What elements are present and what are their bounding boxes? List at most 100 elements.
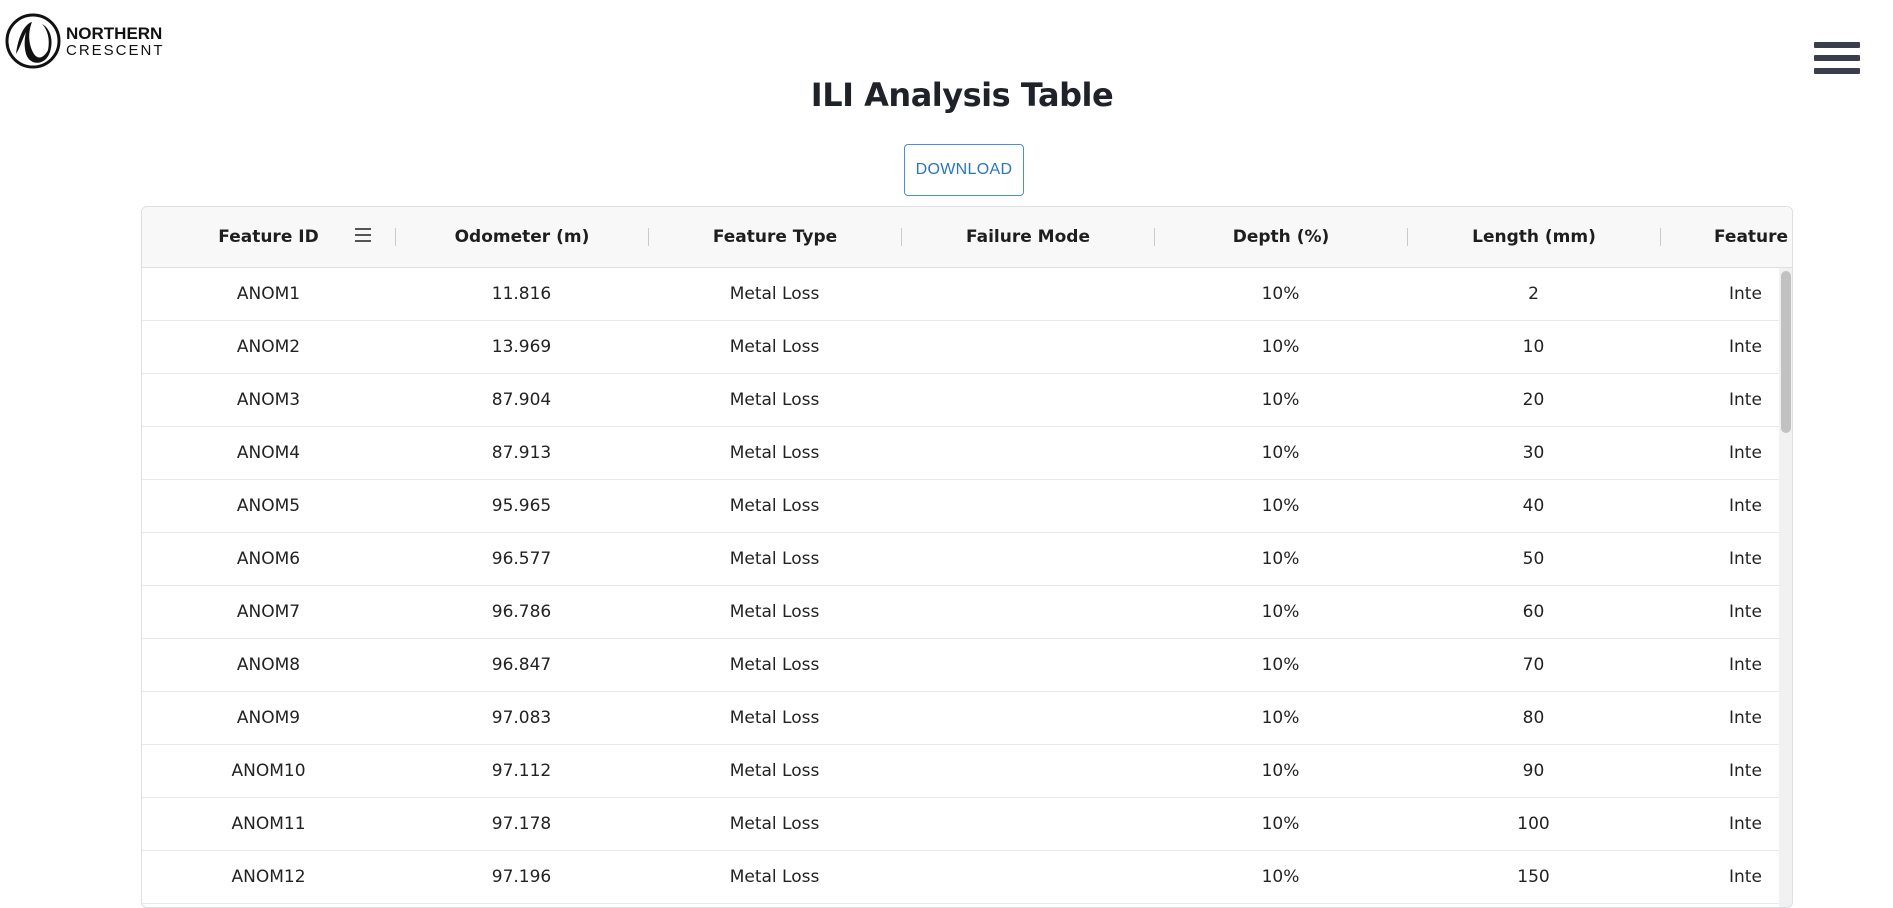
cell-failure-mode xyxy=(901,374,1154,426)
column-menu-icon[interactable] xyxy=(355,228,371,244)
column-header-length[interactable]: Length (mm) xyxy=(1408,207,1660,267)
cell-feature-type: Metal Loss xyxy=(729,337,820,357)
cell-depth: 10% xyxy=(1261,496,1300,516)
table-row[interactable]: ANOM5 95.965 Metal Loss 10% 40 Inte xyxy=(142,480,1792,533)
cell-feature-type: Metal Loss xyxy=(729,496,820,516)
cell-odometer: 96.786 xyxy=(491,602,552,622)
table-row[interactable]: ANOM10 97.112 Metal Loss 10% 90 Inte xyxy=(142,745,1792,798)
cell-feature-id: ANOM12 xyxy=(231,867,306,887)
cell-feature-id: ANOM10 xyxy=(231,761,306,781)
cell-feature-id: ANOM8 xyxy=(236,655,301,675)
cell-length: 40 xyxy=(1522,496,1545,516)
cell-depth: 10% xyxy=(1261,443,1300,463)
cell-failure-mode xyxy=(901,533,1154,585)
cell-length: 60 xyxy=(1522,602,1545,622)
cell-feature-type: Metal Loss xyxy=(729,284,820,304)
table-row[interactable]: ANOM12 97.196 Metal Loss 10% 150 Inte xyxy=(142,851,1792,904)
table-row[interactable]: ANOM2 13.969 Metal Loss 10% 10 Inte xyxy=(142,321,1792,374)
cell-odometer: 87.904 xyxy=(491,390,552,410)
cell-length: 30 xyxy=(1522,443,1545,463)
cell-length: 80 xyxy=(1522,708,1545,728)
column-header-feature-ra[interactable]: Feature Ra xyxy=(1714,207,1792,267)
table-row[interactable]: ANOM7 96.786 Metal Loss 10% 60 Inte xyxy=(142,586,1792,639)
table-row[interactable]: ANOM1 11.816 Metal Loss 10% 2 Inte xyxy=(142,268,1792,321)
cell-odometer: 97.112 xyxy=(491,761,552,781)
cell-feature-id: ANOM2 xyxy=(236,337,301,357)
cell-failure-mode xyxy=(901,798,1154,850)
cell-odometer: 95.965 xyxy=(491,496,552,516)
cell-feature-type: Metal Loss xyxy=(729,761,820,781)
cell-feature-type: Metal Loss xyxy=(729,814,820,834)
cell-feature-type: Metal Loss xyxy=(729,655,820,675)
cell-odometer: 97.083 xyxy=(491,708,552,728)
cell-depth: 10% xyxy=(1261,337,1300,357)
page-title: ILI Analysis Table xyxy=(810,76,1114,114)
column-header-feature-type[interactable]: Feature Type xyxy=(649,207,901,267)
cell-length: 70 xyxy=(1522,655,1545,675)
cell-failure-mode xyxy=(901,480,1154,532)
cell-odometer: 97.196 xyxy=(491,867,552,887)
cell-depth: 10% xyxy=(1261,867,1300,887)
cell-feature-id: ANOM4 xyxy=(236,443,301,463)
cell-feature-id: ANOM3 xyxy=(236,390,301,410)
table-row[interactable]: ANOM11 97.178 Metal Loss 10% 100 Inte xyxy=(142,798,1792,851)
cell-feature-type: Metal Loss xyxy=(729,867,820,887)
cell-feature-id: ANOM5 xyxy=(236,496,301,516)
column-header-failure-mode[interactable]: Failure Mode xyxy=(902,207,1154,267)
cell-failure-mode xyxy=(901,321,1154,373)
cell-depth: 10% xyxy=(1261,655,1300,675)
brand-name-line1: NORTHERN xyxy=(66,23,163,43)
cell-feature-id: ANOM1 xyxy=(236,284,301,304)
brand-name-line2: CRESCENT xyxy=(66,41,165,59)
cell-depth: 10% xyxy=(1261,284,1300,304)
table-row[interactable]: ANOM6 96.577 Metal Loss 10% 50 Inte xyxy=(142,533,1792,586)
column-resize-handle[interactable] xyxy=(1660,228,1661,246)
cell-odometer: 97.178 xyxy=(491,814,552,834)
cell-failure-mode xyxy=(901,427,1154,479)
table-header: Feature ID Odometer (m) Feature Type Fai… xyxy=(142,207,1792,268)
cell-depth: 10% xyxy=(1261,708,1300,728)
cell-length: 20 xyxy=(1522,390,1545,410)
cell-length: 2 xyxy=(1528,284,1539,304)
cell-feature-id: ANOM7 xyxy=(236,602,301,622)
table-row[interactable]: ANOM9 97.083 Metal Loss 10% 80 Inte xyxy=(142,692,1792,745)
cell-length: 90 xyxy=(1522,761,1545,781)
cell-feature-id: ANOM9 xyxy=(236,708,301,728)
cell-odometer: 87.913 xyxy=(491,443,552,463)
table-body: ANOM1 11.816 Metal Loss 10% 2 Inte ANOM2 13.969… xyxy=(142,268,1792,907)
cell-feature-id: ANOM11 xyxy=(231,814,306,834)
column-header-depth[interactable]: Depth (%) xyxy=(1155,207,1407,267)
cell-feature-type: Metal Loss xyxy=(729,708,820,728)
cell-odometer: 13.969 xyxy=(491,337,552,357)
cell-failure-mode xyxy=(901,851,1154,903)
cell-failure-mode xyxy=(901,586,1154,638)
cell-feature-type: Metal Loss xyxy=(729,443,820,463)
brand-wordmark: NORTHERN CRESCENT xyxy=(66,25,165,58)
cell-failure-mode xyxy=(901,745,1154,797)
cell-length: 150 xyxy=(1517,867,1550,887)
cell-failure-mode xyxy=(901,639,1154,691)
cell-depth: 10% xyxy=(1261,549,1300,569)
brand-logo[interactable]: NORTHERN CRESCENT xyxy=(4,10,165,72)
table-row[interactable]: ANOM8 96.847 Metal Loss 10% 70 Inte xyxy=(142,639,1792,692)
cell-depth: 10% xyxy=(1261,761,1300,781)
column-header-odometer[interactable]: Odometer (m) xyxy=(396,207,648,267)
vertical-scrollbar-thumb[interactable] xyxy=(1781,271,1791,433)
download-button[interactable]: DOWNLOAD xyxy=(904,144,1024,196)
cell-length: 50 xyxy=(1522,549,1545,569)
cell-length: 10 xyxy=(1522,337,1545,357)
cell-depth: 10% xyxy=(1261,814,1300,834)
ili-analysis-table: Feature ID Odometer (m) Feature Type Fai… xyxy=(141,206,1793,908)
cell-failure-mode xyxy=(901,692,1154,744)
table-row[interactable]: ANOM3 87.904 Metal Loss 10% 20 Inte xyxy=(142,374,1792,427)
cell-odometer: 11.816 xyxy=(491,284,552,304)
cell-odometer: 96.847 xyxy=(491,655,552,675)
cell-feature-type: Metal Loss xyxy=(729,602,820,622)
cell-feature-id: ANOM6 xyxy=(236,549,301,569)
table-row[interactable]: ANOM4 87.913 Metal Loss 10% 30 Inte xyxy=(142,427,1792,480)
cell-depth: 10% xyxy=(1261,602,1300,622)
cell-failure-mode xyxy=(901,268,1154,320)
cell-feature-type: Metal Loss xyxy=(729,549,820,569)
cell-length: 100 xyxy=(1517,814,1550,834)
cell-depth: 10% xyxy=(1261,390,1300,410)
